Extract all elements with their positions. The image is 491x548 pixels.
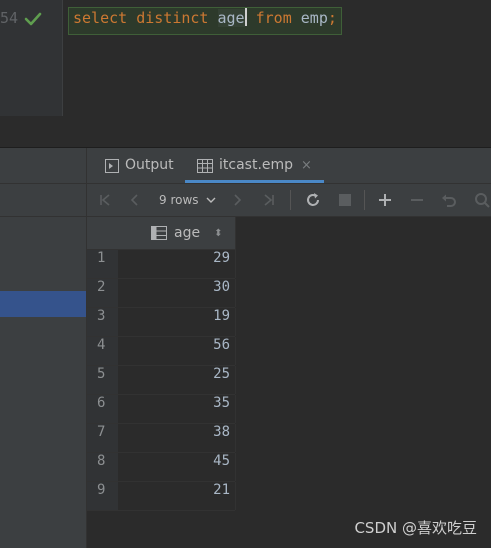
rows-count-label: 9 rows xyxy=(159,193,199,207)
tab-itcast-emp[interactable]: itcast.emp × xyxy=(185,148,324,183)
stop-icon[interactable] xyxy=(335,184,355,216)
sort-icon[interactable]: ⬍ xyxy=(214,228,222,239)
services-header xyxy=(0,148,86,184)
cell-age[interactable]: 56 xyxy=(118,337,236,365)
table-icon xyxy=(197,158,213,173)
rows-count-select[interactable]: 9 rows xyxy=(159,184,216,216)
sql-editor[interactable]: 54 select distinct age from emp; xyxy=(0,0,491,116)
table-row[interactable]: 2 30 xyxy=(87,279,236,308)
services-tree-pane[interactable] xyxy=(0,148,86,548)
last-page-icon[interactable] xyxy=(259,184,279,216)
first-page-icon[interactable] xyxy=(95,184,115,216)
add-row-icon[interactable] xyxy=(375,184,395,216)
line-number: 54 xyxy=(0,9,19,27)
row-number[interactable]: 5 xyxy=(87,366,118,394)
table-row[interactable]: 7 38 xyxy=(87,424,236,453)
results-toolbar: 9 rows xyxy=(87,184,491,217)
active-tab-indicator xyxy=(185,180,324,183)
next-page-icon[interactable] xyxy=(227,184,247,216)
toolbar-separator xyxy=(364,190,365,210)
column-header-age[interactable]: age ⬍ xyxy=(118,217,236,250)
table-row[interactable]: 8 45 xyxy=(87,453,236,482)
column-label: age xyxy=(174,225,201,241)
keyword-distinct: distinct xyxy=(136,9,209,27)
query-line[interactable]: select distinct age from emp; xyxy=(68,7,342,35)
cell-age[interactable]: 25 xyxy=(118,366,236,394)
row-number[interactable]: 9 xyxy=(87,482,118,510)
revert-icon[interactable] xyxy=(439,184,459,216)
table-row[interactable]: 5 25 xyxy=(87,366,236,395)
keyword-from: from xyxy=(255,9,292,27)
semicolon: ; xyxy=(327,9,337,27)
editor-separator-band xyxy=(0,116,491,148)
results-pane: Output itcast.emp × 9 rows age ⬍ 1 29 2 … xyxy=(86,148,491,548)
row-number[interactable]: 3 xyxy=(87,308,118,336)
watermark: CSDN @喜欢吃豆 xyxy=(354,519,477,537)
toolbar-separator xyxy=(290,190,291,210)
keyword-select: select xyxy=(73,9,128,27)
cell-age[interactable]: 19 xyxy=(118,308,236,336)
cell-age[interactable]: 45 xyxy=(118,453,236,481)
cell-age[interactable]: 29 xyxy=(118,250,236,278)
table-row[interactable]: 4 56 xyxy=(87,337,236,366)
cell-age[interactable]: 30 xyxy=(118,279,236,307)
check-icon xyxy=(24,12,42,26)
table-row[interactable]: 9 21 xyxy=(87,482,236,511)
text-caret xyxy=(244,8,247,26)
tree-selected-item[interactable] xyxy=(0,291,86,317)
column-icon xyxy=(151,226,167,240)
identifier-table: emp xyxy=(300,9,328,27)
table-row[interactable]: 6 35 xyxy=(87,395,236,424)
table-row[interactable]: 3 19 xyxy=(87,308,236,337)
cell-age[interactable]: 21 xyxy=(118,482,236,510)
cell-age[interactable]: 38 xyxy=(118,424,236,452)
cell-age[interactable]: 35 xyxy=(118,395,236,423)
identifier-age: age xyxy=(217,9,245,27)
results-tabs: Output itcast.emp × xyxy=(87,148,491,184)
row-number[interactable]: 8 xyxy=(87,453,118,481)
console-icon xyxy=(105,158,119,173)
grid-corner[interactable] xyxy=(87,217,118,250)
prev-page-icon[interactable] xyxy=(125,184,145,216)
row-number[interactable]: 2 xyxy=(87,279,118,307)
chevron-down-icon xyxy=(206,197,216,203)
close-icon[interactable]: × xyxy=(301,148,312,183)
tree-divider xyxy=(0,216,86,217)
tab-table-label: itcast.emp xyxy=(219,157,294,173)
refresh-icon[interactable] xyxy=(302,184,324,216)
editor-gutter: 54 xyxy=(0,0,63,116)
row-number[interactable]: 7 xyxy=(87,424,118,452)
table-row[interactable]: 1 29 xyxy=(87,250,236,279)
row-number[interactable]: 6 xyxy=(87,395,118,423)
row-number[interactable]: 1 xyxy=(87,250,118,278)
delete-row-icon[interactable] xyxy=(407,184,427,216)
row-number[interactable]: 4 xyxy=(87,337,118,365)
tab-output[interactable]: Output xyxy=(105,148,174,183)
tab-output-label: Output xyxy=(125,157,174,173)
search-icon[interactable] xyxy=(471,184,491,216)
